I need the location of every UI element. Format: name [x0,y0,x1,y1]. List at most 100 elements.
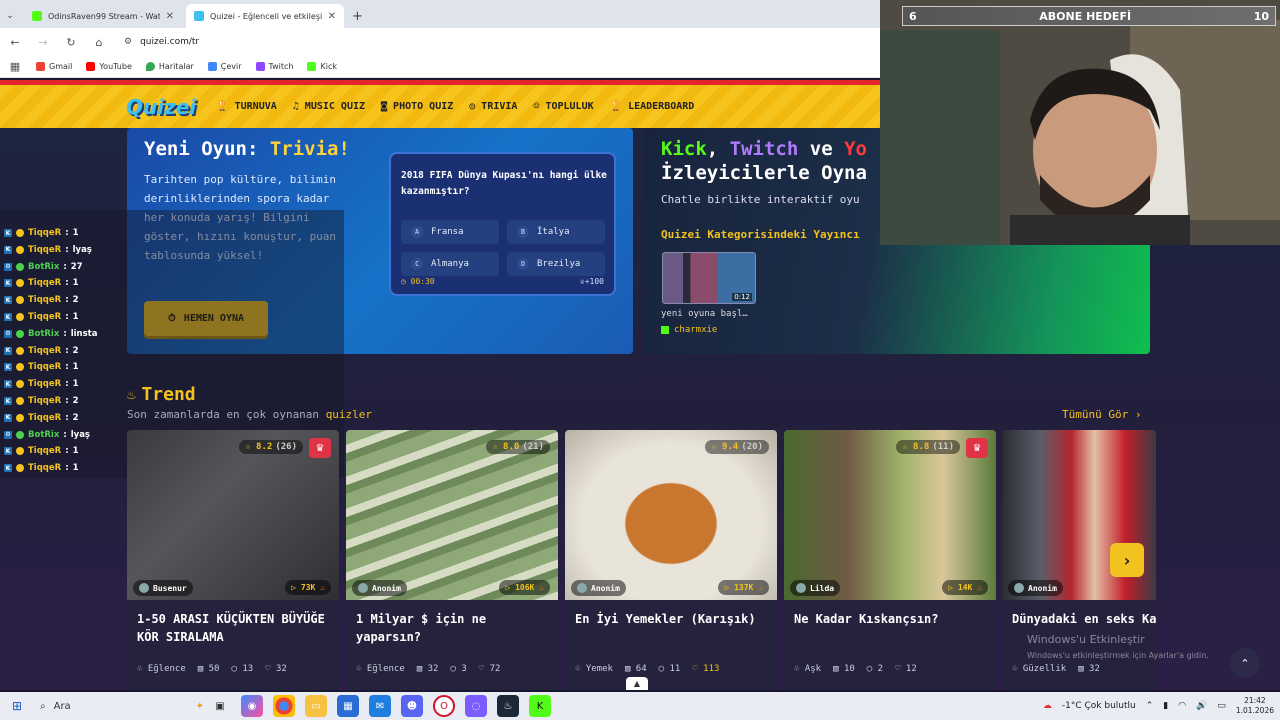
weather-text[interactable]: -1°C Çok bulutlu [1062,701,1136,711]
address-bar[interactable]: ⚙ quizei.com/tr [124,37,199,47]
comment-count[interactable]: ◯ 3 [450,664,466,674]
close-icon[interactable]: ✕ [328,11,336,22]
windows-start-icon[interactable]: ⊞ [0,692,34,720]
comment-count[interactable]: ◯ 13 [231,664,253,674]
quiz-author[interactable]: Anonim [571,580,626,596]
site-info-icon[interactable]: ⚙ [124,37,132,47]
like-count[interactable]: ♡ 113 [692,664,719,674]
close-icon[interactable]: ✕ [166,11,174,22]
kick-app-icon[interactable]: K [529,695,551,717]
video-title[interactable]: yeni oyuna başl… [661,309,748,319]
weather-icon[interactable]: ☁ [1043,701,1052,711]
quiz-author[interactable]: Lilda [790,580,841,596]
tray-chevron-icon[interactable]: ⌃ [1146,701,1154,711]
chrome-icon[interactable] [273,695,295,717]
nav-trivia[interactable]: ◎ TRIVIA [469,101,517,112]
nav-turnuva[interactable]: 🏆 TURNUVA [216,101,277,112]
quiz-title[interactable]: En İyi Yemekler (Karışık) [575,610,771,628]
scroll-to-top-button[interactable]: ⌃ [1230,648,1260,678]
apps-grid-icon[interactable]: ▦ [8,60,22,73]
quiz-category[interactable]: ♧ Eğlence [356,664,405,674]
tab-quizei[interactable]: Quizei - Eğlenceli ve etkileşimli ✕ [186,4,344,28]
chevron-up-icon[interactable]: ▲ [626,677,648,690]
file-explorer-icon[interactable]: ▭ [305,695,327,717]
quiz-title[interactable]: Dünyadaki en seks Kadın kim [1012,610,1156,628]
chat-text: 1 [72,312,79,322]
nav-topluluk[interactable]: ☺ TOPLULUK [533,101,593,112]
steam-icon[interactable]: ♨ [497,695,519,717]
rating-value: 8.2 [256,442,273,452]
bookmark-gmail[interactable]: Gmail [36,62,72,71]
gmail-icon [36,62,45,71]
quiz-author[interactable]: Anonim [352,580,407,596]
tab-kick-stream[interactable]: OdinsRaven99 Stream - Watch ✕ [24,4,182,28]
quiz-card[interactable]: ☆ 8.2 (26) ♛ Busenur ▷ 73K ♨ 1-50 ARASI KÜÇÜK… [127,430,339,690]
nav-leaderboard[interactable]: 🏆 LEADERBOARD [610,101,695,112]
comment-count[interactable]: ◯ 2 [867,664,883,674]
quiz-thumbnail[interactable] [565,430,777,600]
forward-icon[interactable]: → [36,36,50,49]
like-count[interactable]: ♡ 12 [895,664,917,674]
network-icon[interactable]: ▮ [1163,701,1168,711]
like-count[interactable]: ♡ 32 [265,664,287,674]
home-icon[interactable]: ⌂ [92,36,106,49]
nav-photo-quiz[interactable]: ◙ PHOTO QUIZ [381,101,453,112]
option-b[interactable]: B İtalya [507,220,605,244]
messenger-icon[interactable]: ◌ [465,695,487,717]
author-name: Anonim [591,583,620,593]
opera-icon[interactable]: O [433,695,455,717]
quiz-title[interactable]: Ne Kadar Kıskançsın? [794,610,990,628]
tab-title: OdinsRaven99 Stream - Watch [48,11,160,21]
nav-music-quiz[interactable]: ♫ MUSIC QUIZ [293,101,365,112]
bookmark-translate[interactable]: Çevir [207,62,242,71]
mail-icon[interactable]: ✉ [369,695,391,717]
taskbar-clock[interactable]: 21:42 1.01.2026 [1236,696,1274,716]
quiz-thumbnail[interactable] [127,430,339,600]
like-count[interactable]: ♡ 72 [479,664,501,674]
quiz-category[interactable]: ♧ Güzellik [1012,664,1066,674]
comment-count[interactable]: ◯ 11 [659,664,681,674]
quiz-card[interactable]: ☆ 9.4 (20) Anonim ▷ 137K ♨ En İyi Yemekler (… [565,430,777,690]
task-view-icon[interactable]: ▣ [209,695,231,717]
quiz-category[interactable]: ♧ Aşk [794,664,821,674]
tab-search-icon[interactable]: ⌄ [0,4,20,28]
stream-video-thumbnail[interactable]: 0:12 [662,252,756,304]
see-all-link[interactable]: Tümünü Gör › [1062,408,1141,421]
quiz-category[interactable]: ♧ Yemek [575,664,613,674]
quiz-author[interactable]: Anonim [1008,580,1063,596]
copilot-icon[interactable]: ◉ [241,695,263,717]
quiz-category[interactable]: ♧ Eğlence [137,664,186,674]
option-d[interactable]: D Brezilya [507,252,605,276]
bookmark-youtube[interactable]: YouTube [86,62,132,71]
bookmark-maps[interactable]: Haritalar [145,62,194,71]
quiz-card[interactable]: ☆ 8.8 (11) ♛ Lilda ▷ 14K ♨ Ne Kadar Kıskançsı… [784,430,996,690]
store-icon[interactable]: ▦ [337,695,359,717]
quiz-title[interactable]: 1 Milyar $ için ne yaparsın? [356,610,552,646]
quiz-thumbnail[interactable] [784,430,996,600]
quiz-author[interactable]: Busenur [133,580,193,596]
kick-badge-icon: K [4,413,12,422]
quiz-title[interactable]: 1-50 ARASI KÜÇÜKTEN BÜYÜĞE KÖR SIRALAMA [137,610,333,646]
user-badge-icon [16,229,24,237]
back-icon[interactable]: ← [8,36,22,49]
reload-icon[interactable]: ↻ [64,36,78,49]
chat-text: lyaş [72,244,92,255]
taskbar-search[interactable]: ⌕ Ara ✦ [34,695,204,717]
wifi-icon[interactable]: ◠ [1178,701,1186,711]
quiz-card[interactable]: ☆ 8.0 (21) Anonim ▷ 106K ♨ 1 Milyar $ için n… [346,430,558,690]
option-c[interactable]: C Almanya [401,252,499,276]
battery-icon[interactable]: ▭ [1217,701,1226,711]
heart-icon: ♡ [265,664,276,674]
video-channel[interactable]: charmxie [661,325,717,335]
site-logo[interactable]: Quizei [126,95,196,119]
quiz-thumbnail[interactable] [346,430,558,600]
next-arrow-button[interactable]: › [1110,543,1144,577]
bookmark-kick[interactable]: Kick [307,62,337,71]
option-a[interactable]: A Fransa [401,220,499,244]
chat-text: 2 [72,396,79,406]
volume-icon[interactable]: 🔊 [1196,701,1207,711]
bookmark-twitch[interactable]: Twitch [255,62,293,71]
chat-username: TiqqeR [28,312,62,322]
discord-icon[interactable]: ☻ [401,695,423,717]
new-tab-button[interactable]: + [352,4,363,28]
